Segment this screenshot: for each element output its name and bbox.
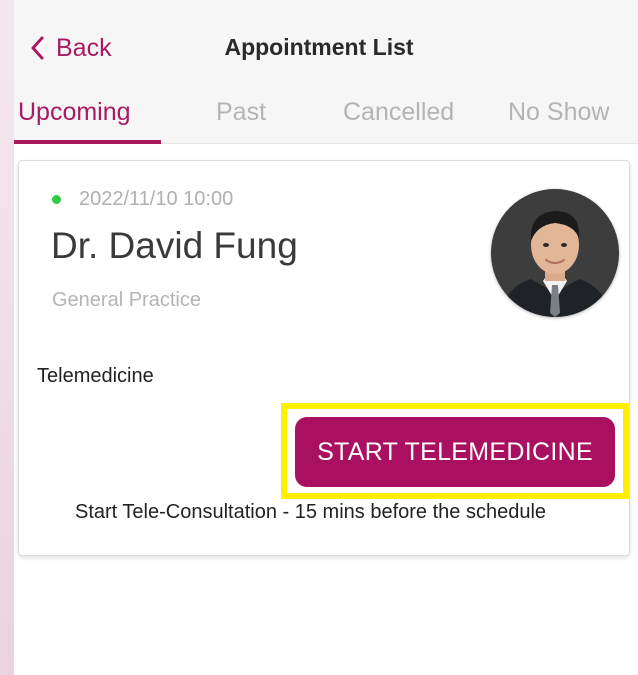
start-telemedicine-button[interactable]: START TELEMEDICINE — [295, 417, 615, 487]
page-title: Appointment List — [224, 34, 414, 60]
tab-past[interactable]: Past — [216, 98, 266, 127]
appointment-type: Telemedicine — [37, 365, 154, 387]
consultation-hint: Start Tele-Consultation - 15 mins before… — [75, 501, 547, 523]
tab-no-show[interactable]: No Show — [508, 98, 609, 127]
doctor-specialty: General Practice — [52, 289, 201, 311]
status-dot — [52, 195, 61, 204]
appointment-card: 2022/11/10 10:00 Dr. David Fung General … — [18, 160, 630, 556]
tab-cancelled[interactable]: Cancelled — [343, 98, 454, 127]
top-bar: Back Appointment List — [14, 0, 638, 84]
app-screen: Back Appointment List Upcoming Past Canc… — [14, 0, 638, 675]
doctor-avatar — [491, 189, 619, 317]
appointment-datetime: 2022/11/10 10:00 — [79, 188, 234, 210]
tab-upcoming[interactable]: Upcoming — [18, 98, 131, 127]
doctor-name: Dr. David Fung — [51, 225, 298, 266]
active-tab-indicator — [14, 140, 161, 144]
tab-bar: Upcoming Past Cancelled No Show — [14, 84, 638, 144]
